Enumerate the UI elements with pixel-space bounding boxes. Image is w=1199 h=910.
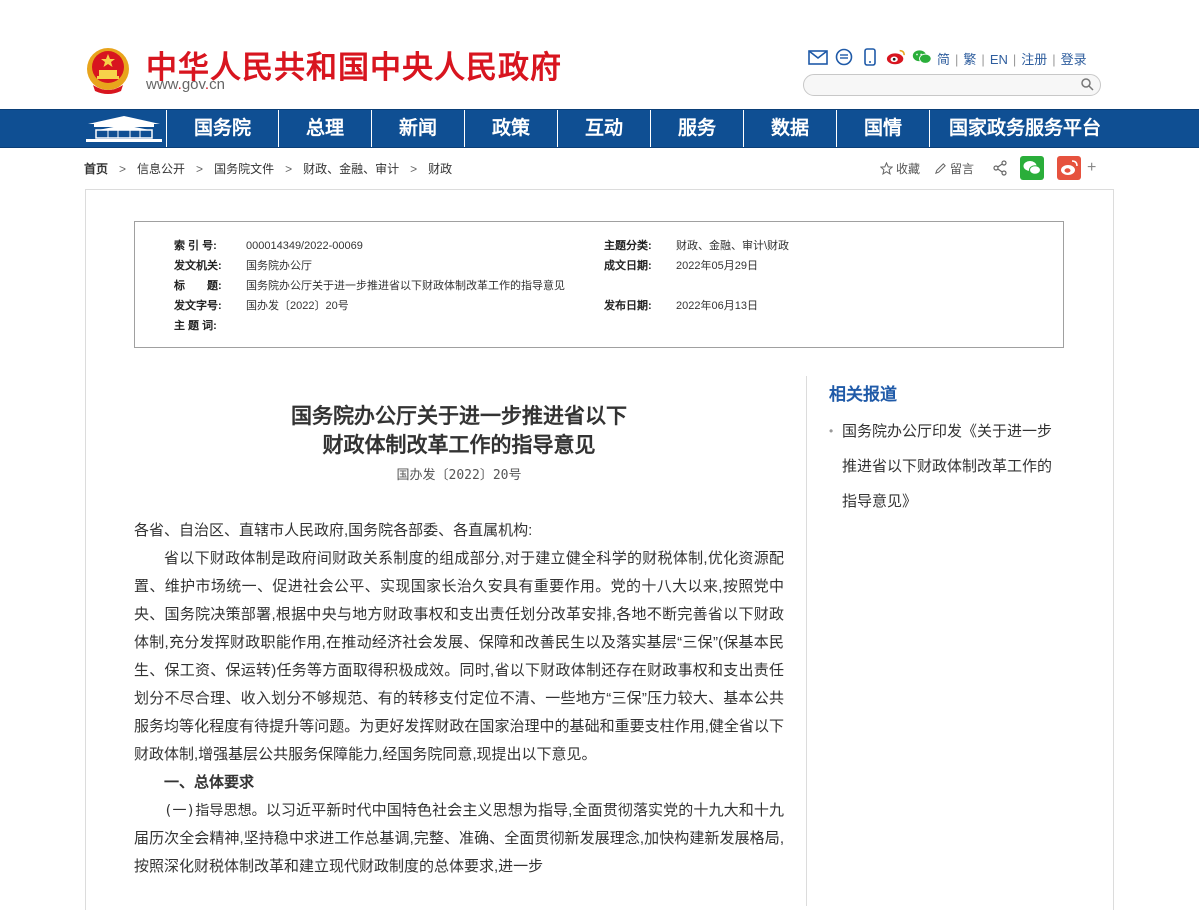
header: 中华人民共和国中央人民政府 www.gov.cn 简 | 繁 | EN | 注册 | 登录: [0, 0, 1199, 108]
meta-label: 主题分类:: [604, 240, 652, 252]
rss-icon[interactable]: [834, 48, 854, 66]
nav-item-gov-service-platform[interactable]: 国家政务服务平台: [929, 110, 1120, 147]
search-input[interactable]: [814, 76, 1078, 96]
meta-value: 国务院办公厅关于进一步推进省以下财政体制改革工作的指导意见: [246, 280, 565, 292]
breadcrumb-separator: >: [285, 162, 293, 176]
salutation: 各省、自治区、直辖市人民政府,国务院各部委、各直属机构:: [134, 522, 533, 539]
register-link[interactable]: 注册: [1021, 52, 1047, 67]
meta-value: 财政、金融、审计\财政: [676, 240, 790, 252]
meta-value: 000014349/2022-00069: [246, 240, 363, 252]
main-nav: 国务院 总理 新闻 政策 互动 服务 数据 国情 国家政务服务平台: [0, 109, 1199, 148]
wechat-share-icon[interactable]: [1020, 156, 1045, 180]
breadcrumb-separator: >: [196, 162, 204, 176]
nav-item-interaction[interactable]: 互动: [557, 110, 650, 147]
tiananmen-home-icon[interactable]: [84, 110, 164, 147]
meta-label: 发文机关:: [174, 260, 222, 272]
site-url-part: cn: [209, 76, 225, 93]
meta-issuer: 发文机关: 国务院办公厅: [174, 257, 312, 273]
nav-item-policy[interactable]: 政策: [464, 110, 557, 147]
bullet-icon: •: [829, 424, 834, 438]
search-box: [803, 74, 1101, 96]
comment-label: 留言: [950, 161, 975, 176]
nav-item-news[interactable]: 新闻: [371, 110, 464, 147]
article-body: 各省、自治区、直辖市人民政府,国务院各部委、各直属机构: 省以下财政体制是政府间…: [134, 517, 784, 881]
breadcrumb-separator: >: [119, 162, 127, 176]
english-link[interactable]: EN: [990, 52, 1008, 67]
nav-item-state-council[interactable]: 国务院: [166, 110, 278, 147]
mail-icon[interactable]: [808, 48, 828, 66]
section-heading: 一、总体要求: [164, 774, 255, 791]
simplified-link[interactable]: 简: [937, 52, 950, 67]
article-doc-number: 国办发〔2022〕20号: [396, 468, 522, 483]
wechat-icon[interactable]: [912, 48, 932, 66]
meta-label: 主 题 词:: [174, 320, 217, 332]
top-icon-bar: [808, 47, 932, 67]
meta-written-date: 成文日期: 2022年05月29日: [604, 257, 758, 273]
meta-doc-number: 发文字号: 国办发〔2022〕20号: [174, 297, 349, 313]
more-share-button[interactable]: +: [1087, 159, 1096, 177]
related-reports-sidebar: 相关报道 • 国务院办公厅印发《关于进一步推进省以下财政体制改革工作的指导意见》: [806, 376, 1065, 906]
weibo-icon[interactable]: [886, 48, 906, 66]
favorite-button[interactable]: 收藏: [880, 160, 920, 177]
meta-label: 标 题:: [174, 280, 222, 292]
breadcrumb-item[interactable]: 财政、金融、审计: [303, 162, 399, 176]
share-toolbar: 收藏 留言 +: [880, 156, 1096, 180]
nav-item-data[interactable]: 数据: [743, 110, 836, 147]
nav-item-national-info[interactable]: 国情: [836, 110, 929, 147]
breadcrumb-item[interactable]: 国务院文件: [214, 162, 274, 176]
breadcrumb-home[interactable]: 首页: [84, 162, 108, 176]
meta-index: 索 引 号: 000014349/2022-00069: [174, 237, 363, 253]
meta-label: 发文字号:: [174, 300, 222, 312]
article-title: 国务院办公厅关于进一步推进省以下 财政体制改革工作的指导意见: [134, 401, 784, 459]
article-title-line: 国务院办公厅关于进一步推进省以下: [291, 403, 627, 428]
national-emblem-icon[interactable]: [85, 45, 131, 95]
breadcrumb-item[interactable]: 财政: [428, 162, 452, 176]
nav-item-premier[interactable]: 总理: [278, 110, 371, 147]
meta-label: 发布日期:: [604, 300, 652, 312]
subsection-label: (一)指导思想。: [164, 803, 266, 819]
mobile-icon[interactable]: [860, 48, 880, 66]
meta-subject: 主题分类: 财政、金融、审计\财政: [604, 237, 789, 253]
breadcrumb-separator: >: [410, 162, 418, 176]
related-reports-title: 相关报道: [829, 385, 897, 404]
document-metadata: 索 引 号: 000014349/2022-00069 主题分类: 财政、金融、审计…: [134, 221, 1064, 348]
search-icon[interactable]: [1080, 77, 1094, 91]
paragraph: (一)指导思想。以习近平新时代中国特色社会主义思想为指导,全面贯彻落实党的十九大…: [134, 797, 784, 881]
separator: |: [1012, 52, 1017, 67]
comment-button[interactable]: 留言: [934, 160, 974, 177]
article-title-line: 财政体制改革工作的指导意见: [322, 432, 596, 457]
pencil-icon: [935, 162, 946, 174]
meta-label: 索 引 号:: [174, 240, 217, 252]
meta-value: 国务院办公厅: [246, 260, 312, 272]
favorite-label: 收藏: [896, 161, 921, 176]
site-url-part: gov: [181, 76, 205, 93]
related-report-item[interactable]: • 国务院办公厅印发《关于进一步推进省以下财政体制改革工作的指导意见》: [829, 414, 1054, 519]
separator: |: [981, 52, 985, 67]
traditional-link[interactable]: 繁: [963, 52, 976, 67]
top-links: 简 | 繁 | EN | 注册 | 登录: [937, 49, 1087, 68]
separator: |: [955, 52, 959, 67]
breadcrumb: 首页 > 信息公开 > 国务院文件 > 财政、金融、审计 > 财政: [84, 160, 452, 177]
meta-value: 2022年05月29日: [676, 260, 758, 272]
meta-keywords: 主 题 词:: [174, 317, 246, 333]
meta-label: 成文日期:: [604, 260, 652, 272]
breadcrumb-item[interactable]: 信息公开: [137, 162, 185, 176]
login-link[interactable]: 登录: [1061, 52, 1087, 67]
site-url-part: www: [146, 76, 178, 93]
separator: |: [1052, 52, 1056, 67]
meta-value: 2022年06月13日: [676, 300, 758, 312]
weibo-share-icon[interactable]: [1057, 156, 1082, 180]
meta-published-date: 发布日期: 2022年06月13日: [604, 297, 758, 313]
nav-item-services[interactable]: 服务: [650, 110, 743, 147]
meta-value: 国办发〔2022〕20号: [246, 300, 349, 312]
share-icon[interactable]: [992, 160, 1008, 176]
nav-items: 国务院 总理 新闻 政策 互动 服务 数据 国情 国家政务服务平台: [166, 110, 1120, 147]
site-url[interactable]: www.gov.cn: [146, 76, 225, 93]
meta-title: 标 题: 国务院办公厅关于进一步推进省以下财政体制改革工作的指导意见: [174, 277, 565, 293]
paragraph: 省以下财政体制是政府间财政关系制度的组成部分,对于建立健全科学的财税体制,优化资…: [134, 550, 784, 763]
star-icon: [880, 161, 893, 175]
related-report-link[interactable]: 国务院办公厅印发《关于进一步推进省以下财政体制改革工作的指导意见》: [842, 414, 1054, 519]
